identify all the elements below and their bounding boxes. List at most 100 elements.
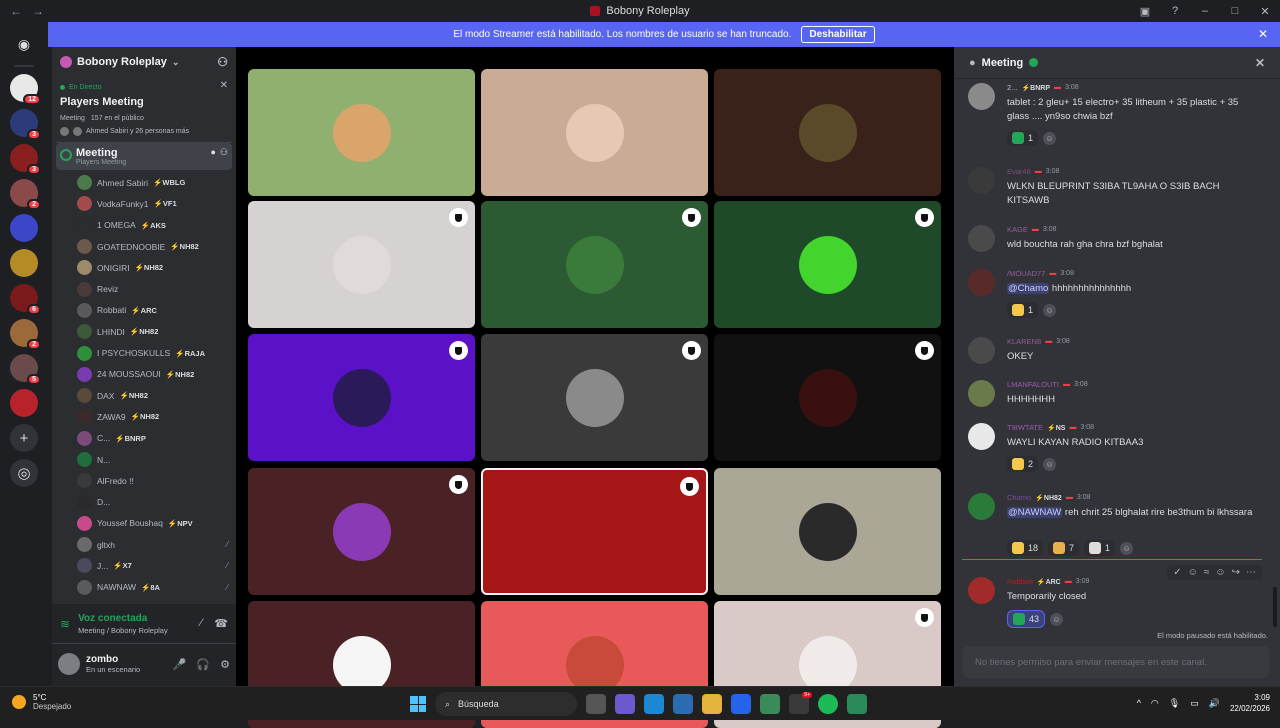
mail-icon[interactable] (731, 694, 751, 714)
channel-meeting[interactable]: Meeting Players Meeting ● ⚇ (56, 143, 232, 170)
chevron-up-icon[interactable]: ^ (1137, 698, 1141, 708)
taskbar-search[interactable]: ⌕ Búsqueda (435, 692, 577, 716)
reaction-button[interactable]: 1 (1084, 540, 1116, 556)
maximize-button[interactable]: □ (1220, 5, 1250, 17)
user-mention[interactable]: @NAWNAW (1007, 507, 1063, 518)
close-window-button[interactable]: ✕ (1250, 5, 1280, 18)
reply-icon[interactable]: ↪ (1232, 567, 1240, 578)
avatar[interactable] (968, 269, 995, 296)
voice-location[interactable]: Meeting / Bobony Roleplay (78, 626, 168, 635)
stage-user[interactable]: Reviz (77, 278, 236, 299)
stage-user[interactable]: C... ⚡BNRP (77, 428, 236, 449)
stage-speaker-tile[interactable] (714, 201, 941, 328)
avatar[interactable] (968, 577, 995, 604)
stage-speaker-tile[interactable] (248, 334, 475, 461)
message-author[interactable]: /MOUAD77 (1007, 269, 1045, 278)
close-icon[interactable]: ✕ (220, 80, 228, 91)
live-event-card[interactable]: ✕ En Directo Players Meeting Meeting 157 … (56, 80, 232, 143)
reaction-button[interactable]: 1 (1007, 302, 1039, 318)
stage-user[interactable]: ONIGIRI ⚡NH82 (77, 257, 236, 278)
avatar[interactable] (968, 493, 995, 520)
scrollbar[interactable] (1273, 587, 1277, 627)
weather-widget[interactable]: 5°C Despejado (12, 693, 71, 711)
server-icon[interactable]: 12 (10, 74, 41, 105)
mute-icon[interactable]: 🎤 (173, 658, 187, 671)
message-author[interactable]: T9IWTATE (1007, 423, 1043, 432)
server-icon[interactable] (10, 249, 38, 277)
stage-speaker-tile[interactable] (481, 468, 708, 595)
stage-speaker-tile[interactable] (714, 468, 941, 595)
message-author[interactable]: Chamo (1007, 493, 1031, 502)
chat-icon[interactable]: ● (210, 147, 215, 158)
close-icon[interactable]: ✕ (1258, 27, 1268, 41)
server-icon[interactable] (10, 214, 38, 242)
disable-streamer-button[interactable]: Deshabilitar (801, 26, 875, 43)
add-server-icon[interactable]: + (10, 424, 38, 452)
edge-icon[interactable] (644, 694, 664, 714)
minimize-button[interactable]: – (1190, 5, 1220, 17)
stage-user[interactable]: D... (77, 491, 236, 512)
stage-user[interactable]: LHINDI ⚡NH82 (77, 321, 236, 342)
avatar[interactable] (968, 380, 995, 407)
avatar[interactable] (968, 423, 995, 450)
message-author[interactable]: KLAREN8 (1007, 337, 1041, 346)
stage-user[interactable]: Ahmed Sabiri ⚡WBLG (77, 172, 236, 193)
stage-speaker-tile[interactable] (481, 334, 708, 461)
server-icon[interactable]: 2 (10, 319, 41, 350)
react-check-icon[interactable]: ✓ (1173, 567, 1181, 578)
clock[interactable]: 3:09 22/02/2026 (1230, 692, 1270, 714)
task-view-icon[interactable] (586, 694, 606, 714)
avatar[interactable] (968, 225, 995, 252)
reaction-button[interactable]: 2 (1007, 456, 1039, 472)
disconnect-icon[interactable]: ☎ (214, 617, 228, 630)
stage-user[interactable]: AlFredo !! (77, 470, 236, 491)
server-icon[interactable]: 5 (10, 354, 41, 385)
stage-user[interactable]: GOATEDNOOBIE ⚡NH82 (77, 236, 236, 257)
discord-taskbar-icon[interactable]: 9+ (789, 692, 812, 714)
stage-user[interactable]: gltxh ⁄ (77, 534, 236, 555)
help-icon[interactable]: ? (1160, 5, 1190, 17)
server-icon[interactable]: 6 (10, 284, 41, 315)
folder-icon[interactable] (702, 694, 722, 714)
volume-icon[interactable]: 🔊 (1209, 698, 1220, 709)
message-author[interactable]: 2... (1007, 83, 1017, 92)
voice-status[interactable]: Voz conectada (78, 613, 168, 624)
server-icon[interactable] (10, 389, 38, 417)
headphones-icon[interactable]: 🎧 (196, 658, 210, 671)
add-reaction-icon[interactable]: ☺ (1050, 612, 1064, 626)
stage-speaker-tile[interactable] (481, 69, 708, 196)
stage-speaker-tile[interactable] (714, 334, 941, 461)
message-input[interactable]: No tienes permiso para enviar mensajes e… (963, 646, 1269, 678)
message-author[interactable]: KAGE (1007, 225, 1028, 234)
stage-user[interactable]: NAWNAW ⚡8A ⁄ (77, 577, 236, 598)
stage-user[interactable]: Robbati ⚡ARC (77, 300, 236, 321)
start-button[interactable] (410, 696, 426, 712)
add-reaction-icon[interactable]: ☺ (1043, 303, 1057, 317)
spotify-icon[interactable] (818, 694, 838, 714)
stage-user[interactable]: J... ⚡X7 ⁄ (77, 555, 236, 576)
avatar[interactable] (968, 167, 995, 194)
inbox-icon[interactable]: ▣ (1130, 5, 1160, 18)
stage-user[interactable]: ZAWA9 ⚡NH82 (77, 406, 236, 427)
copilot-icon[interactable] (615, 694, 635, 714)
message-author[interactable]: LMANFALOUTI (1007, 380, 1059, 389)
stage-user[interactable]: VodkaFunky1 ⚡VF1 (77, 193, 236, 214)
avatar[interactable] (968, 83, 995, 110)
stage-speaker-tile[interactable] (248, 69, 475, 196)
noise-suppression-icon[interactable]: ⁄ (200, 617, 202, 630)
add-reaction-icon[interactable]: ☺ (1043, 131, 1057, 145)
reaction-button[interactable]: 7 (1048, 540, 1080, 556)
close-icon[interactable]: ✕ (1255, 56, 1265, 70)
reaction-button[interactable]: 18 (1007, 540, 1044, 556)
add-reaction-icon[interactable]: ☺ (1043, 457, 1057, 471)
stage-speaker-tile[interactable] (248, 468, 475, 595)
stage-user[interactable]: 1 OMEGA ⚡AKS (77, 215, 236, 236)
photos-icon[interactable] (760, 694, 780, 714)
avatar[interactable] (968, 337, 995, 364)
microphone-icon[interactable]: 🎙 (1169, 698, 1180, 709)
invite-people-icon[interactable]: ⚇ (217, 55, 228, 69)
add-reaction-icon[interactable]: ☺ (1215, 567, 1225, 578)
user-mention[interactable]: @Chamo (1007, 283, 1050, 294)
gear-icon[interactable]: ⚙ (220, 658, 230, 671)
server-header[interactable]: Bobony Roleplay ⌄ ⚇ (52, 47, 236, 77)
